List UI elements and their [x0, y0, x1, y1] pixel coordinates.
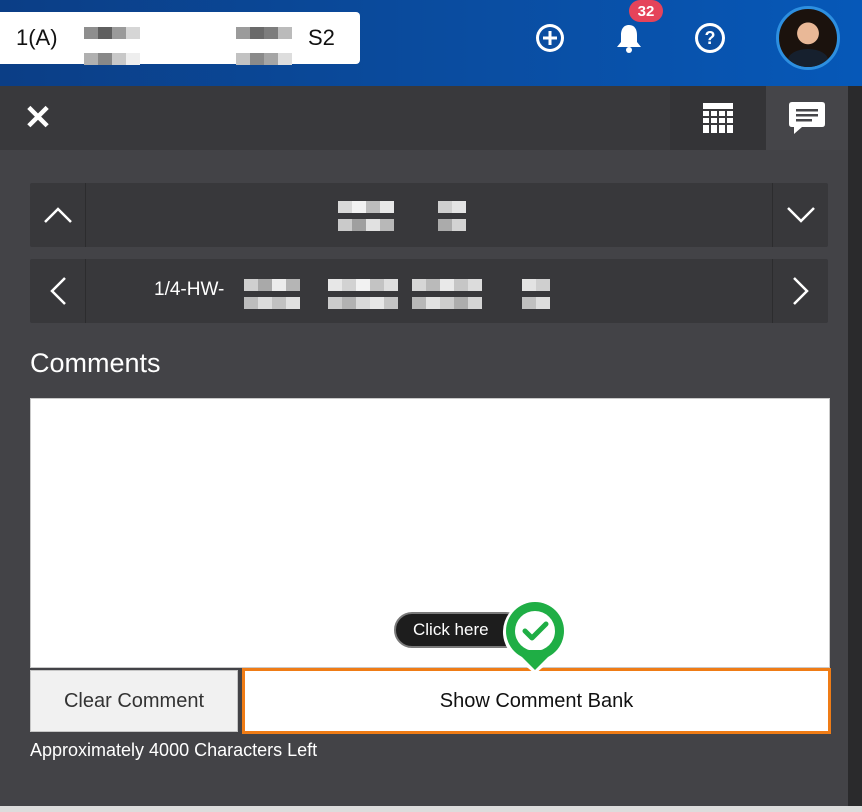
notification-count-badge: 32	[629, 0, 663, 22]
plus-circle-icon	[536, 24, 564, 52]
assignment-navigator: 1/4-HW-	[30, 259, 828, 323]
next-student-button[interactable]	[772, 183, 828, 247]
grid-icon	[703, 103, 733, 133]
close-button[interactable]: ✕	[22, 98, 54, 138]
help-icon: ?	[695, 23, 725, 53]
comments-view-button[interactable]	[766, 86, 848, 150]
svg-text:?: ?	[705, 28, 716, 48]
assignment-title: 1/4-HW-	[154, 279, 225, 300]
clear-comment-button[interactable]: Clear Comment	[30, 670, 238, 732]
chevron-left-icon	[49, 277, 66, 305]
comment-icon	[789, 102, 825, 134]
characters-left-text: Approximately 4000 Characters Left	[30, 740, 318, 760]
checkmark-icon[interactable]	[501, 598, 569, 676]
redacted-assignment-name	[244, 279, 550, 309]
add-button[interactable]	[534, 22, 566, 54]
window-edge-bottom	[0, 806, 862, 812]
grid-view-button[interactable]	[670, 86, 766, 150]
chevron-right-icon	[792, 277, 809, 305]
grading-panel: ✕ 1/4-HW- Comments Clear Comment Show Co…	[0, 86, 848, 806]
panel-header: ✕	[0, 86, 848, 150]
notifications-button[interactable]	[613, 22, 645, 54]
redacted-text	[84, 27, 140, 65]
redacted-text	[236, 27, 292, 65]
top-bar: 1(A) S2 32 ?	[0, 0, 862, 86]
previous-student-button[interactable]	[30, 183, 86, 247]
comments-heading: Comments	[30, 348, 161, 378]
tooltip-label: Click here	[413, 620, 489, 639]
bell-icon	[617, 25, 641, 53]
avatar[interactable]	[776, 6, 840, 70]
close-icon: ✕	[23, 99, 53, 137]
next-assignment-button[interactable]	[772, 259, 828, 323]
previous-assignment-button[interactable]	[30, 259, 86, 323]
chevron-down-icon	[786, 207, 815, 223]
course-selector[interactable]: 1(A) S2	[0, 12, 360, 65]
course-suffix: S2	[308, 25, 335, 50]
chevron-up-icon	[43, 207, 72, 223]
help-button[interactable]: ?	[694, 22, 726, 54]
student-navigator	[30, 183, 828, 247]
redacted-student-name	[338, 201, 466, 231]
window-edge	[848, 86, 862, 812]
course-prefix: 1(A)	[16, 25, 58, 50]
show-comment-bank-button[interactable]: Show Comment Bank	[242, 668, 831, 734]
